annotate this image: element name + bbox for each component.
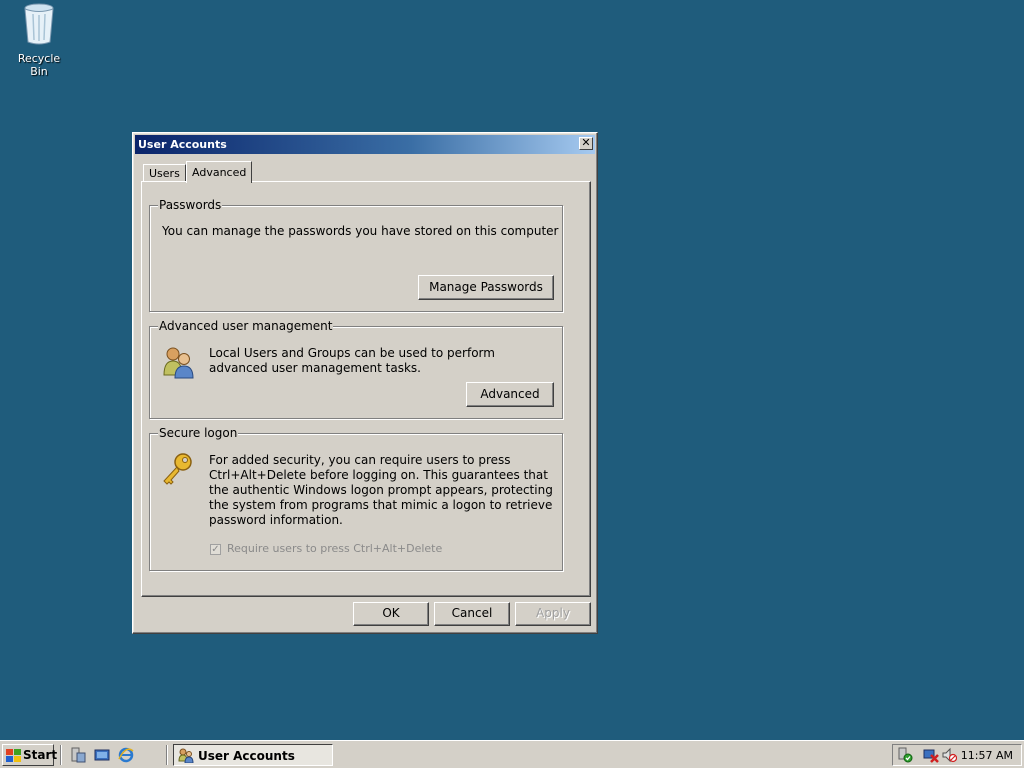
- secure-logon-group: Secure logon For added security, you can…: [149, 426, 563, 571]
- taskbar-separator: [60, 745, 62, 765]
- advanced-user-management-legend: Advanced user management: [158, 319, 334, 333]
- user-accounts-dialog: User Accounts ✕ Users Advanced Passwords…: [132, 132, 598, 634]
- users-icon: [163, 347, 194, 379]
- start-button[interactable]: Start: [2, 744, 58, 766]
- key-icon: [163, 453, 192, 485]
- show-desktop-icon[interactable]: [94, 747, 110, 763]
- server-manager-icon[interactable]: [70, 747, 86, 763]
- recycle-bin-label: Recycle Bin: [17, 52, 61, 78]
- recycle-bin[interactable]: Recycle Bin: [8, 2, 70, 78]
- passwords-text: You can manage the passwords you have st…: [162, 224, 559, 238]
- taskbar: Start User Accounts 11:57 AM: [0, 740, 1024, 768]
- close-icon: ✕: [581, 136, 591, 149]
- network-disconnected-icon[interactable]: [923, 747, 939, 763]
- secure-logon-text: For added security, you can require user…: [209, 453, 553, 527]
- advanced-user-management-group: Advanced user management Local Users and…: [149, 319, 563, 419]
- advanced-user-management-text: Local Users and Groups can be used to pe…: [209, 346, 495, 375]
- cancel-button[interactable]: Cancel: [434, 602, 510, 626]
- windows-logo-icon: [6, 749, 21, 762]
- task-button-user-accounts[interactable]: User Accounts: [173, 744, 333, 766]
- clock[interactable]: 11:57 AM: [961, 749, 1013, 762]
- taskbar-separator: [166, 745, 168, 765]
- recycle-bin-icon: [24, 3, 54, 45]
- apply-button[interactable]: Apply: [515, 602, 591, 626]
- advanced-button[interactable]: Advanced: [466, 382, 554, 407]
- close-button[interactable]: ✕: [579, 137, 593, 150]
- passwords-legend: Passwords: [158, 198, 223, 212]
- users-icon: [178, 748, 194, 763]
- passwords-group: Passwords You can manage the passwords y…: [149, 198, 563, 312]
- dialog-title: User Accounts: [138, 138, 227, 151]
- task-button-label: User Accounts: [198, 749, 295, 763]
- volume-muted-icon[interactable]: [941, 747, 957, 763]
- system-tray: 11:57 AM: [892, 744, 1022, 766]
- manage-passwords-button[interactable]: Manage Passwords: [418, 275, 554, 300]
- require-ctrl-alt-delete-label: Require users to press Ctrl+Alt+Delete: [227, 542, 443, 555]
- tab-users[interactable]: Users: [143, 164, 186, 181]
- require-ctrl-alt-delete-checkbox[interactable]: ✓: [210, 544, 221, 555]
- network-status-icon[interactable]: [897, 747, 913, 763]
- ok-button[interactable]: OK: [353, 602, 429, 626]
- tab-advanced[interactable]: Advanced: [186, 161, 253, 183]
- internet-explorer-icon[interactable]: [118, 747, 134, 763]
- secure-logon-legend: Secure logon: [158, 426, 239, 440]
- title-bar[interactable]: User Accounts ✕: [135, 135, 595, 154]
- start-label: Start: [23, 748, 58, 762]
